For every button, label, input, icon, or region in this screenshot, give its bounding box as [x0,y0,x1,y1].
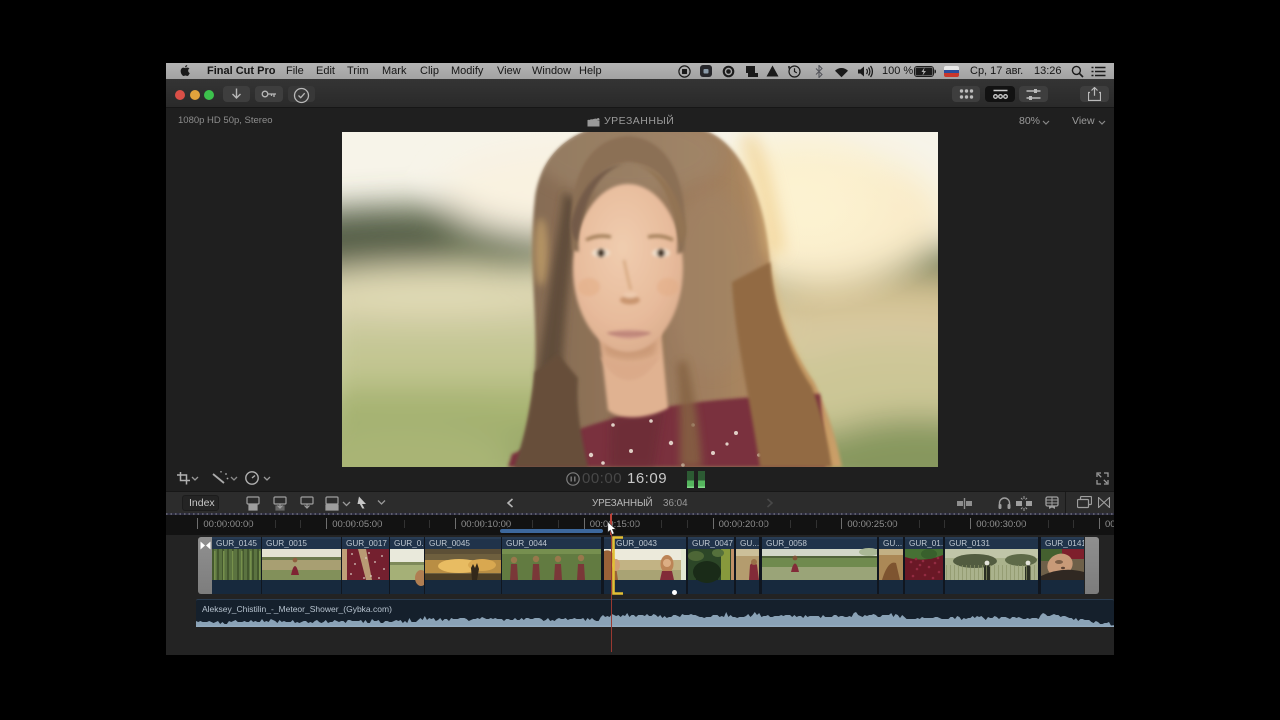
svg-text:GUR_0017: GUR_0017 [346,539,387,548]
svg-text:GU...: GU... [740,539,759,548]
svg-text:GUR_0015: GUR_0015 [266,539,307,548]
svg-text:GUR_0047: GUR_0047 [692,539,733,548]
svg-text:GUR_0131: GUR_0131 [949,539,990,548]
svg-text:GUR_0044: GUR_0044 [506,539,547,548]
svg-text:GUR_0145: GUR_0145 [216,539,257,548]
svg-text:GUR_0...: GUR_0... [394,539,428,548]
svg-text:GUR_0045: GUR_0045 [429,539,470,548]
svg-text:GUR_0058: GUR_0058 [766,539,807,548]
svg-text:GUR_01...: GUR_01... [909,539,948,548]
svg-text:GU...: GU... [883,539,902,548]
svg-text:GUR_0141: GUR_0141 [1045,539,1084,548]
